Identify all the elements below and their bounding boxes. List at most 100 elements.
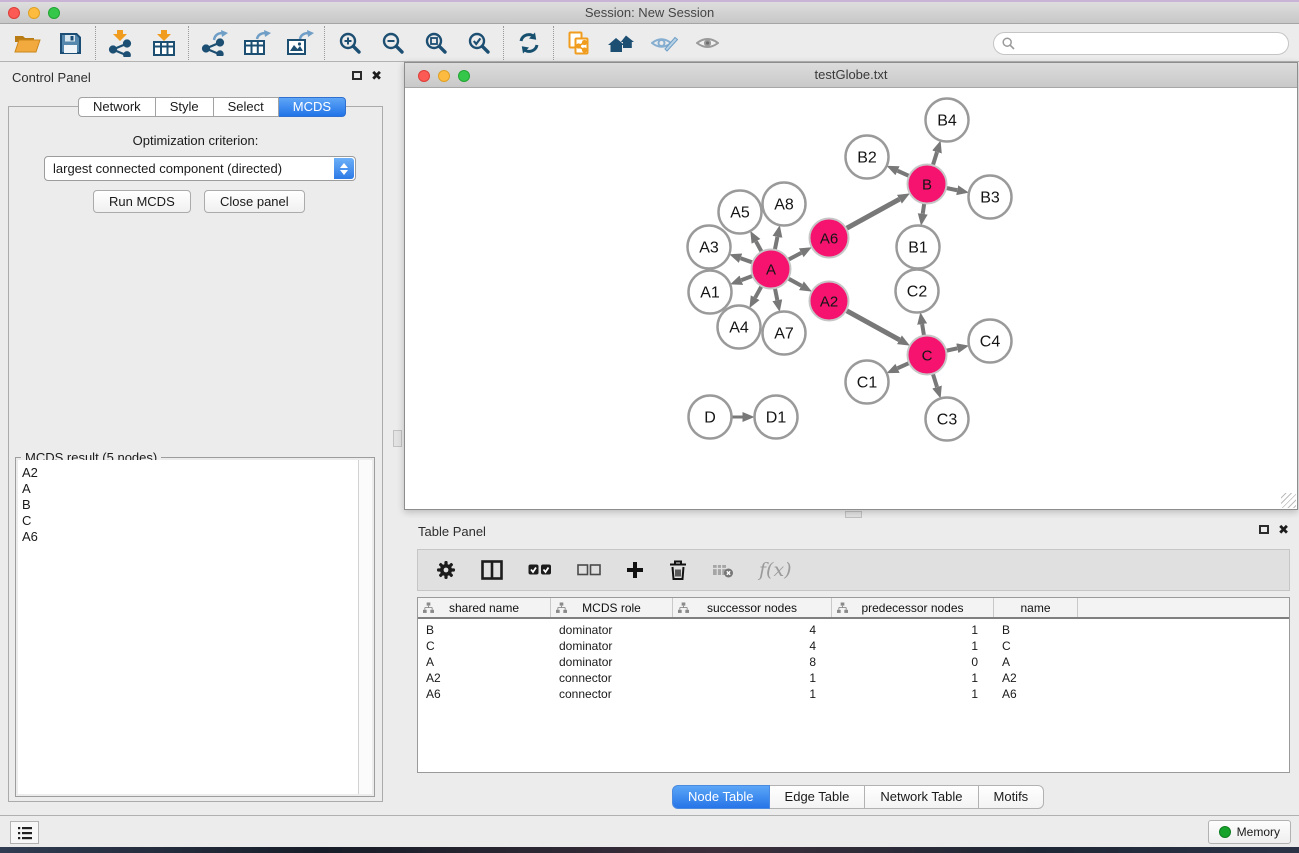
tab-node-table[interactable]: Node Table	[672, 785, 770, 809]
mcds-result-item[interactable]: A6	[22, 529, 358, 545]
float-table-panel-icon[interactable]	[1259, 525, 1269, 534]
table-row[interactable]: Bdominator41B	[418, 622, 1289, 638]
network-window-titlebar[interactable]: testGlobe.txt	[405, 63, 1297, 88]
add-column-button[interactable]	[626, 561, 644, 579]
tab-select[interactable]: Select	[214, 97, 279, 117]
graph-edge-A-A6[interactable]	[787, 253, 801, 260]
tab-motifs[interactable]: Motifs	[979, 785, 1045, 809]
run-mcds-button[interactable]: Run MCDS	[93, 190, 191, 213]
mcds-result-item[interactable]: A2	[22, 465, 358, 481]
table-cell[interactable]: 4	[673, 638, 832, 654]
tab-edge-table[interactable]: Edge Table	[770, 785, 866, 809]
column-header-name[interactable]: name	[994, 598, 1078, 617]
graph-node-B[interactable]: B	[908, 165, 947, 204]
zoom-out-button[interactable]	[371, 26, 414, 60]
delete-table-button[interactable]	[712, 562, 734, 578]
graph-node-B2[interactable]: B2	[846, 136, 889, 179]
show-details-button[interactable]	[686, 26, 729, 60]
graph-node-A[interactable]: A	[752, 250, 791, 289]
table-cell[interactable]: 1	[832, 638, 994, 654]
table-cell[interactable]: dominator	[551, 622, 673, 638]
table-row[interactable]: Adominator80A	[418, 654, 1289, 670]
graph-edge-A-A8[interactable]	[775, 237, 778, 251]
zoom-fit-button[interactable]	[414, 26, 457, 60]
graph-node-C[interactable]: C	[908, 336, 947, 375]
mcds-result-scrollbar[interactable]	[358, 460, 372, 794]
float-panel-icon[interactable]	[352, 71, 362, 80]
graph-edge-C-C1[interactable]	[898, 363, 911, 369]
close-panel-button[interactable]: Close panel	[204, 190, 305, 213]
table-settings-button[interactable]	[436, 560, 456, 580]
graph-node-A4[interactable]: A4	[718, 306, 761, 349]
table-cell[interactable]: 1	[832, 686, 994, 702]
select-all-button[interactable]	[528, 563, 552, 577]
graph-edge-A6-B[interactable]	[845, 199, 899, 229]
tab-style[interactable]: Style	[156, 97, 214, 117]
graph-node-A6[interactable]: A6	[810, 219, 849, 258]
graph-node-D[interactable]: D	[689, 396, 732, 439]
network-canvas[interactable]: B4B2BB3A8A5A6A3B1AA1C2A2A4A7C4CC1C3DD1	[405, 89, 1297, 509]
horizontal-split-grip[interactable]	[845, 511, 862, 518]
graph-edge-C-C3[interactable]	[933, 373, 937, 387]
graph-node-C4[interactable]: C4	[969, 320, 1012, 363]
refresh-button[interactable]	[507, 26, 550, 60]
graph-node-A2[interactable]: A2	[810, 282, 849, 321]
graph-node-C1[interactable]: C1	[846, 361, 889, 404]
memory-button[interactable]: Memory	[1208, 820, 1291, 844]
graph-edge-A-A4[interactable]	[755, 285, 762, 297]
search-input[interactable]	[1020, 36, 1280, 50]
table-cell[interactable]: A6	[418, 686, 551, 702]
table-cell[interactable]: A	[418, 654, 551, 670]
open-session-button[interactable]	[6, 26, 49, 60]
column-header-successor-nodes[interactable]: successor nodes	[673, 598, 832, 617]
main-titlebar[interactable]: Session: New Session	[0, 2, 1299, 24]
graph-node-C2[interactable]: C2	[896, 270, 939, 313]
task-history-button[interactable]	[10, 821, 39, 844]
hide-details-button[interactable]	[643, 26, 686, 60]
table-cell[interactable]: 1	[832, 622, 994, 638]
column-header-predecessor-nodes[interactable]: predecessor nodes	[832, 598, 994, 617]
table-cell[interactable]: B	[994, 622, 1078, 638]
export-table-button[interactable]	[235, 26, 278, 60]
import-table-button[interactable]	[142, 26, 185, 60]
graph-node-A5[interactable]: A5	[719, 191, 762, 234]
export-image-button[interactable]	[278, 26, 321, 60]
home-button[interactable]	[600, 26, 643, 60]
column-header-MCDS-role[interactable]: MCDS role	[551, 598, 673, 617]
mcds-result-item[interactable]: C	[22, 513, 358, 529]
graph-edge-A-A3[interactable]	[741, 258, 754, 263]
graph-node-A3[interactable]: A3	[688, 226, 731, 269]
graph-node-C3[interactable]: C3	[926, 398, 969, 441]
table-row[interactable]: A6connector11A6	[418, 686, 1289, 702]
table-cell[interactable]: 4	[673, 622, 832, 638]
table-cell[interactable]: 1	[673, 670, 832, 686]
function-builder-button[interactable]: f(x)	[759, 559, 792, 581]
criterion-dropdown[interactable]: largest connected component (directed)	[44, 156, 356, 181]
table-row[interactable]: A2connector11A2	[418, 670, 1289, 686]
mcds-result-list[interactable]: A2ABCA6	[18, 460, 358, 794]
zoom-in-button[interactable]	[328, 26, 371, 60]
table-cell[interactable]: C	[994, 638, 1078, 654]
vertical-split-grip[interactable]	[393, 430, 402, 447]
close-panel-icon[interactable]: ✖	[371, 70, 382, 81]
duplicate-network-button[interactable]	[557, 26, 600, 60]
mcds-result-item[interactable]: A	[22, 481, 358, 497]
graph-edge-B-B2[interactable]	[898, 171, 911, 177]
table-cell[interactable]: A	[994, 654, 1078, 670]
table-cell[interactable]: B	[418, 622, 551, 638]
zoom-selected-button[interactable]	[457, 26, 500, 60]
graph-edge-A-A2[interactable]	[787, 278, 801, 286]
graph-node-B1[interactable]: B1	[897, 226, 940, 269]
graph-node-B3[interactable]: B3	[969, 176, 1012, 219]
export-network-button[interactable]	[192, 26, 235, 60]
table-cell[interactable]: A2	[994, 670, 1078, 686]
table-cell[interactable]: dominator	[551, 654, 673, 670]
table-cell[interactable]: A6	[994, 686, 1078, 702]
table-cell[interactable]: connector	[551, 686, 673, 702]
delete-column-button[interactable]	[669, 560, 687, 580]
column-header-shared-name[interactable]: shared name	[418, 598, 551, 617]
table-cell[interactable]: 1	[832, 670, 994, 686]
table-row[interactable]: Cdominator41C	[418, 638, 1289, 654]
graph-node-A7[interactable]: A7	[763, 312, 806, 355]
deselect-all-button[interactable]	[577, 563, 601, 577]
